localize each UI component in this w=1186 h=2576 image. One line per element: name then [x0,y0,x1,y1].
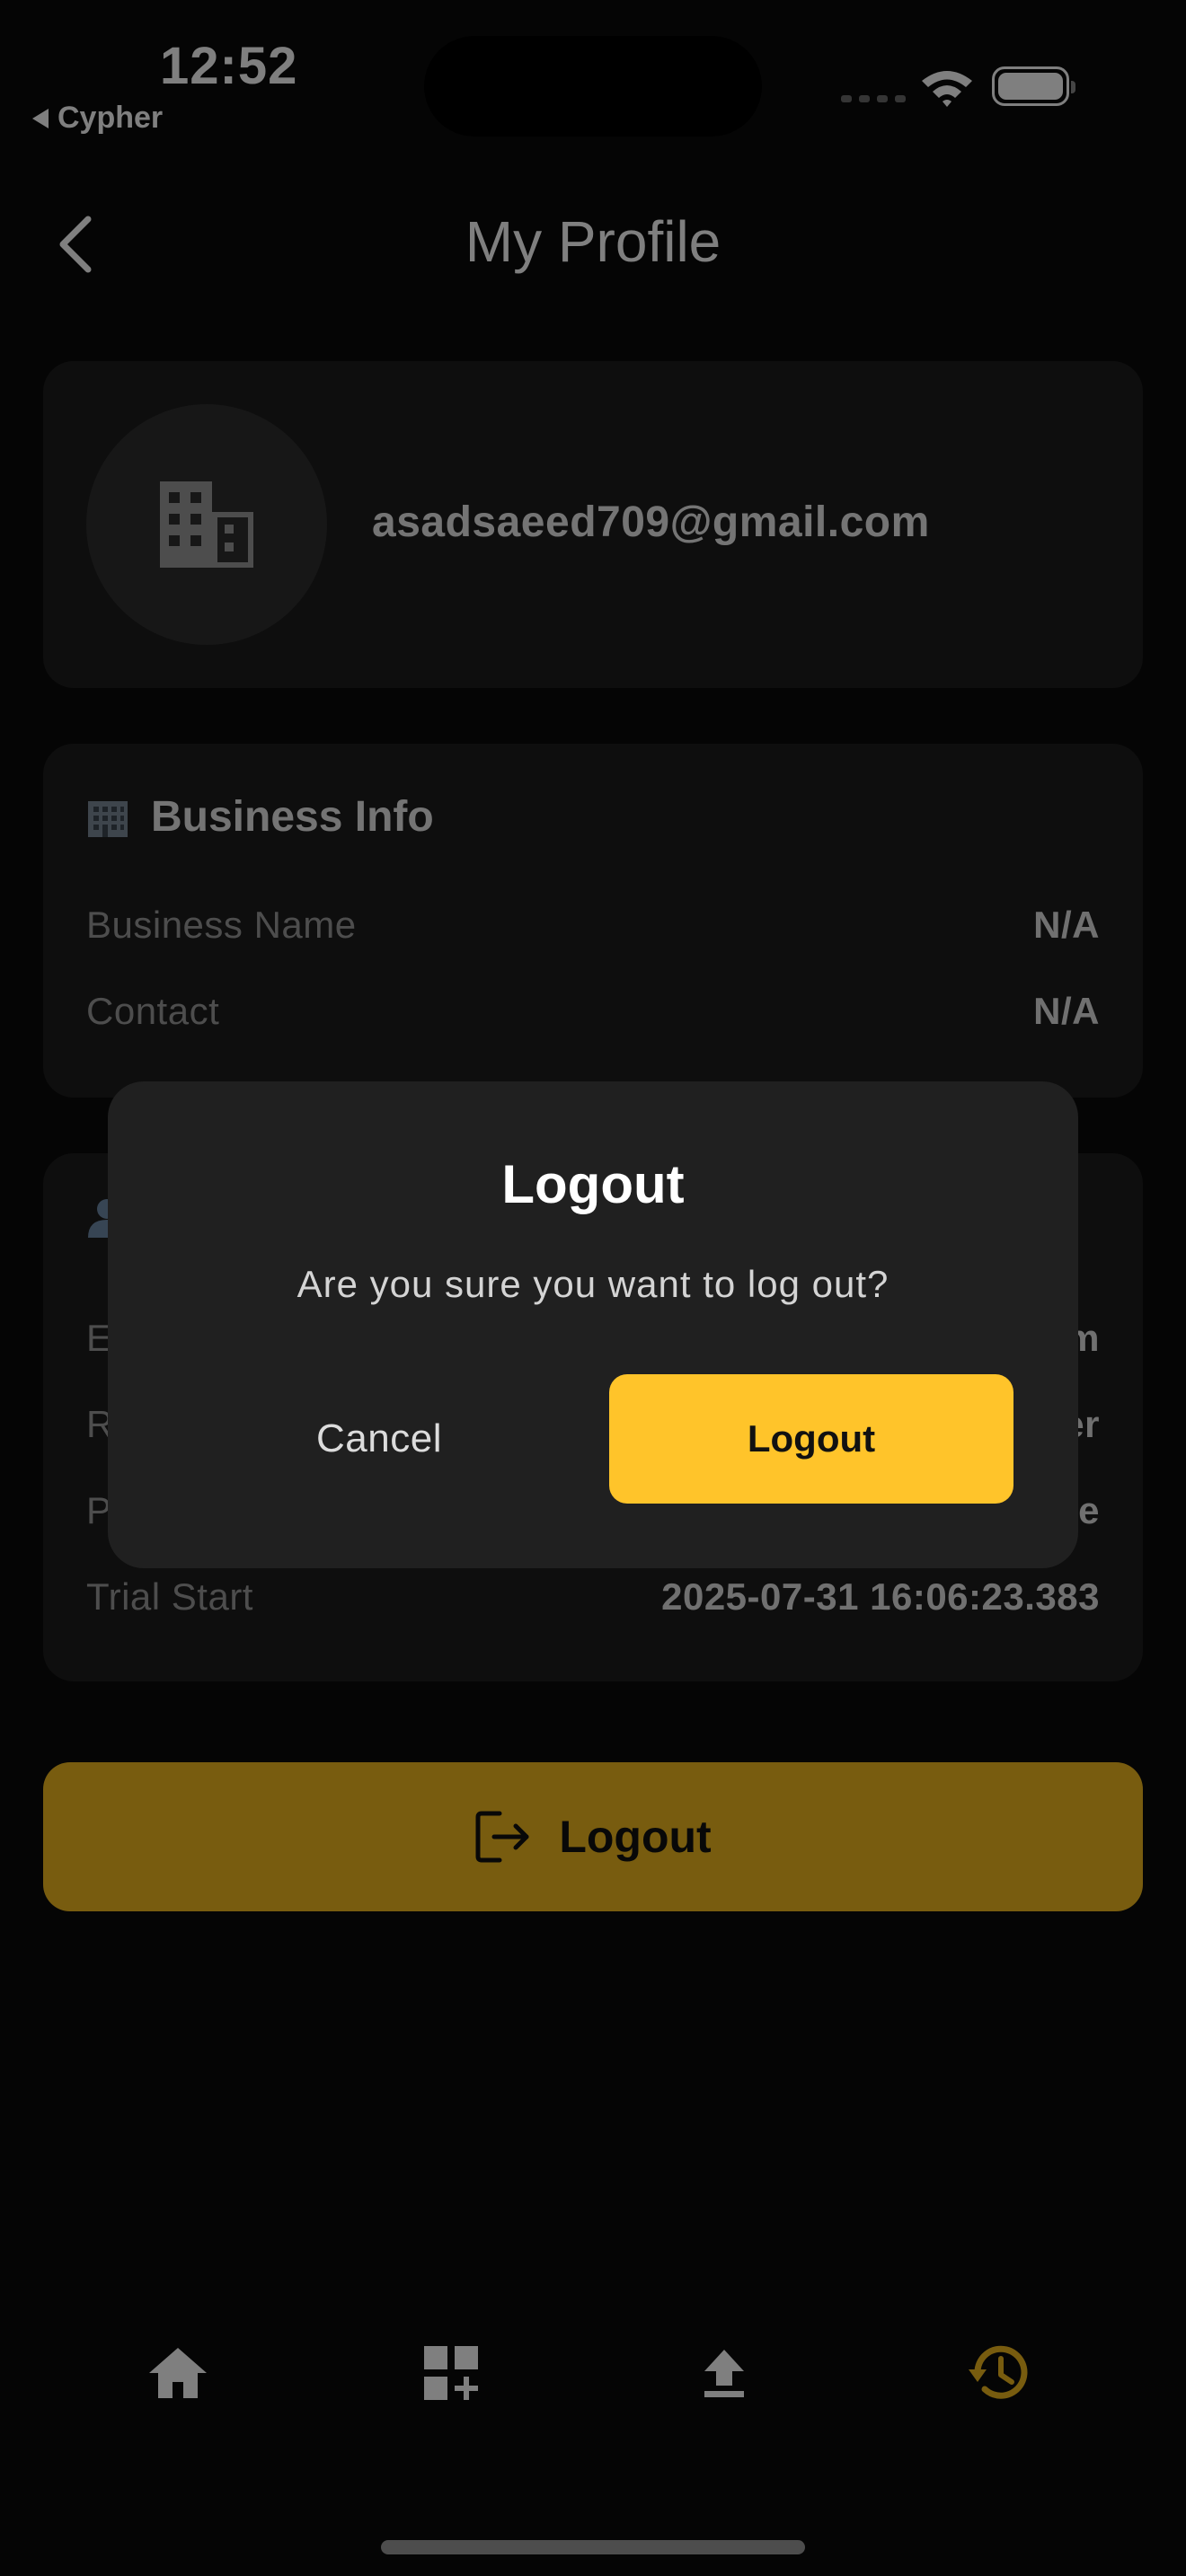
cancel-button[interactable]: Cancel [190,1374,568,1504]
dialog-message: Are you sure you want to log out? [296,1263,890,1305]
confirm-logout-button[interactable]: Logout [609,1374,1013,1504]
logout-dialog: Logout Are you sure you want to log out?… [108,1081,1078,1568]
dialog-title: Logout [501,1154,685,1214]
